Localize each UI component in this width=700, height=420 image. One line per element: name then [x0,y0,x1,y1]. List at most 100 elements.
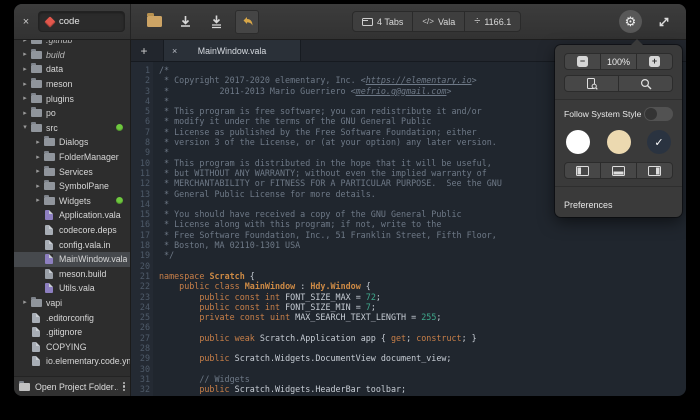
project-close-button[interactable]: × [19,16,33,28]
expander-icon[interactable]: ▸ [20,299,30,306]
line-number: 27 [131,333,150,343]
tree-item-io-elementary-code-yml[interactable]: io.elementary.code.yml [14,354,130,369]
toggle-left-panel-button[interactable] [565,163,601,178]
code-line: private Gtk.Revealer search_revealer; [159,395,686,397]
expander-icon[interactable]: ▾ [20,124,30,131]
new-tab-button[interactable]: + [131,40,157,61]
project-tab[interactable]: code [38,11,125,32]
code-line [159,261,686,271]
open-folder-button[interactable] [142,10,166,34]
tabs-icon [362,17,373,27]
tab-close-button[interactable]: × [172,46,177,56]
expander-icon[interactable]: ▸ [33,154,43,161]
line-number: 28 [131,343,150,353]
expander-icon[interactable]: ▸ [20,66,30,73]
sidebar-scrollbar[interactable] [123,382,126,392]
file-icon [43,225,55,235]
save-as-icon [209,14,224,29]
save-button[interactable] [173,10,197,34]
follow-system-style-toggle[interactable] [644,107,673,121]
fullscreen-button[interactable] [653,11,675,33]
goto-line-label: 1166.1 [484,17,511,27]
tree-item-meson-build[interactable]: meson.build [14,267,130,282]
save-as-button[interactable] [204,10,228,34]
tree-item-label: meson [46,79,72,89]
find-in-project-button[interactable] [565,76,619,91]
tree-item-utils-vala[interactable]: Utils.vala [14,281,130,296]
zoom-in-button[interactable]: + [637,54,672,69]
tree-item-codecore-deps[interactable]: codecore.deps [14,223,130,238]
sidebar-footer: Open Project Folder… [14,376,130,396]
code-line: public Scratch.Widgets.DocumentView docu… [159,353,686,363]
project-tab-label: code [59,16,80,27]
style-swatch-sepia[interactable] [607,130,631,154]
expander-icon[interactable]: ▸ [33,197,43,204]
tree-item-label: Application.vala [59,210,121,220]
search-button[interactable] [619,76,672,91]
preferences-menu-item[interactable]: Preferences [564,194,673,210]
tree-item--editorconfig[interactable]: .editorconfig [14,310,130,325]
tree-item-label: COPYING [46,342,87,352]
expander-icon[interactable]: ▸ [33,139,43,146]
line-number: 17 [131,230,150,240]
settings-popover: − 100% + Follow [555,45,682,217]
language-button[interactable]: </> Vala [413,12,465,31]
tree-item--github[interactable]: ▸.github [14,40,130,48]
tree-item-services[interactable]: ▸Services [14,164,130,179]
zoom-out-button[interactable]: − [565,54,601,69]
tree-item-label: src [46,123,58,133]
expander-icon[interactable]: ▸ [20,81,30,88]
expander-icon[interactable]: ▸ [20,51,30,58]
tree-item-copying[interactable]: COPYING [14,339,130,354]
tree-item-foldermanager[interactable]: ▸FolderManager [14,150,130,165]
tree-item-plugins[interactable]: ▸ plugins [14,91,130,106]
tree-item-symbolpane[interactable]: ▸ SymbolPane [14,179,130,194]
style-swatch-light[interactable] [566,130,590,154]
tree-item-label: plugins [46,94,74,104]
tree-item-application-vala[interactable]: Application.vala [14,208,130,223]
zoom-out-icon: − [577,56,588,67]
code-line: public const int FONT_SIZE_MIN = 7; [159,302,686,312]
headerbar: × code [14,4,686,40]
tree-item-dialogs[interactable]: ▸Dialogs [14,135,130,150]
code-line [159,322,686,332]
settings-menu-button[interactable]: ⚙ [619,10,642,33]
folder-icon [30,299,42,307]
line-number: 26 [131,322,150,332]
folder-icon [30,124,42,132]
toggle-right-panel-button[interactable] [637,163,672,178]
toggle-bottom-panel-button[interactable] [601,163,637,178]
open-project-folder-button[interactable]: Open Project Folder… [35,382,118,392]
tree-item-config-vala-in[interactable]: config.vala.in [14,237,130,252]
expander-icon[interactable]: ▸ [20,40,30,44]
tree-item-data[interactable]: ▸data [14,62,130,77]
style-swatch-dark[interactable]: ✓ [647,130,671,154]
tree-item-widgets[interactable]: ▸Widgets [14,194,130,209]
folder-icon [43,182,55,190]
code-line [159,364,686,374]
tree-item-meson[interactable]: ▸ meson [14,77,130,92]
tree-item-po[interactable]: ▸po [14,106,130,121]
file-icon [43,210,55,220]
folder-icon [30,65,42,73]
line-number: 14 [131,199,150,209]
revert-button[interactable] [235,10,259,34]
line-number: 25 [131,312,150,322]
editor-tab[interactable]: × MainWindow.vala [163,40,301,61]
tree-item-label: SymbolPane [59,181,109,191]
tree-item-vapi[interactable]: ▸vapi [14,296,130,311]
folder-icon [43,138,55,146]
expander-icon[interactable]: ▸ [33,183,43,190]
tabs-count-button[interactable]: 4 Tabs [353,12,413,31]
line-number: 33 [131,395,150,397]
tree-item--gitignore[interactable]: .gitignore [14,325,130,340]
goto-line-button[interactable]: ÷ 1166.1 [465,12,520,31]
expander-icon[interactable]: ▸ [33,168,43,175]
line-number: 16 [131,219,150,229]
expander-icon[interactable]: ▸ [20,110,30,117]
tree-item-src[interactable]: ▾ src [14,121,130,136]
tree-item-mainwindow-vala[interactable]: MainWindow.vala [14,252,130,267]
expander-icon[interactable]: ▸ [20,95,30,102]
code-line: */ [159,250,686,260]
tree-item-build[interactable]: ▸build [14,48,130,63]
